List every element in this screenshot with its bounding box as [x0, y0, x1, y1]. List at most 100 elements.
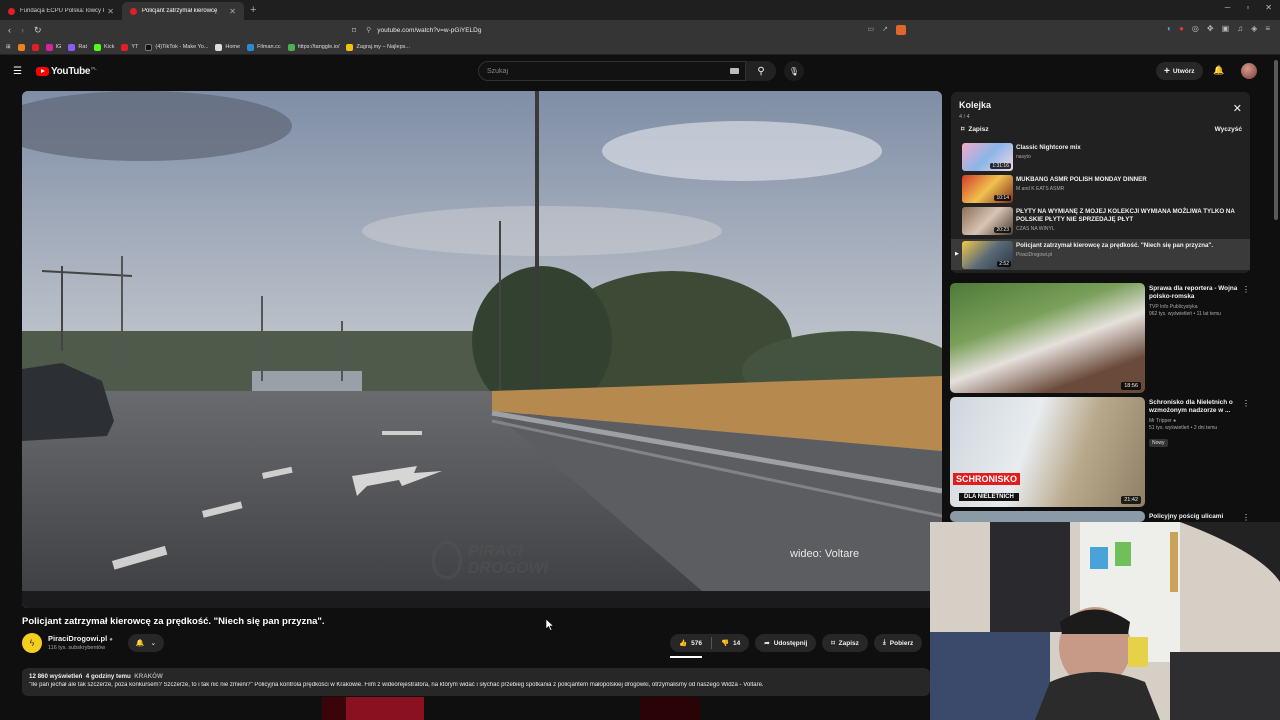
wallet-icon[interactable]: ◈	[1251, 24, 1257, 33]
description-box[interactable]: 12 860 wyświetleń 4 godziny temu KRAKÓW …	[22, 668, 930, 696]
queue-item-title: Policjant zatrzymał kierowcę za prędkość…	[1016, 242, 1214, 249]
youtube-play-icon	[36, 67, 49, 76]
youtube-logo[interactable]: YouTube PL	[36, 66, 97, 77]
extension-icon[interactable]: ◖	[1166, 24, 1171, 33]
video-thumbnail[interactable]: 18:56	[950, 283, 1145, 393]
like-button[interactable]: 👍 576	[670, 634, 711, 652]
artifact	[640, 697, 700, 720]
channel-avatar[interactable]: ϟ	[22, 633, 42, 653]
bookmark-item[interactable]: Rat	[68, 43, 87, 51]
dislike-button[interactable]: 👎 14	[712, 634, 749, 652]
hashtag[interactable]: KRAKÓW	[134, 673, 163, 680]
verified-icon: ●	[109, 637, 113, 643]
queue-thumbnail: 1:31:16	[962, 143, 1013, 171]
queue-clear-button[interactable]: Wyczyść	[1215, 126, 1242, 133]
chevron-down-icon: ⌄	[150, 640, 157, 647]
close-window-icon[interactable]: ✕	[1265, 3, 1272, 12]
browser-tab[interactable]: Fundacja ECPU Polska: łowcy Pedofi ✕	[0, 2, 122, 20]
search-button[interactable]: ⚲	[746, 61, 776, 81]
browser-tab-bar: Fundacja ECPU Polska: łowcy Pedofi ✕ Pol…	[0, 0, 1280, 20]
bookmark-item[interactable]: IG	[45, 43, 61, 51]
brave-shield-icon[interactable]	[896, 25, 906, 35]
queue-thumbnail: 20:23	[962, 207, 1013, 235]
channel-name[interactable]: PiraciDrogowi.pl ●	[48, 634, 113, 643]
video-player[interactable]: PIRACI DROGOWI wideo: Voltare	[22, 91, 942, 608]
bookmark-item[interactable]: Zagraj.my – Najleps...	[346, 43, 410, 51]
queue-item-channel: M and K EATS ASMR	[1016, 186, 1065, 192]
sidebar-icon[interactable]: ▣	[1222, 24, 1230, 33]
close-tab-icon[interactable]: ✕	[107, 7, 114, 16]
video-title[interactable]: Sprawa dla reportera - Wojna polsko-roms…	[1149, 285, 1239, 301]
bookmark-item[interactable]: Filman.cc	[247, 43, 281, 51]
artifact	[346, 697, 424, 720]
notifications-bell-icon[interactable]: 🔔	[1213, 65, 1224, 76]
queue-item[interactable]: 1:31:16 Classic Nightcore mix nasyto	[951, 141, 1250, 172]
video-credit: wideo: Voltare	[790, 548, 860, 560]
bookmark-icon[interactable]: ⌑	[352, 26, 356, 35]
bookmarks-bar: ⊞ IG Rat Kick YT (4)TikTok - Make Yo... …	[0, 40, 1280, 55]
save-button[interactable]: ⌑ Zapisz	[822, 634, 868, 652]
video-title[interactable]: Policyjny pościg ulicami	[1149, 513, 1239, 521]
minimize-icon[interactable]: ─	[1225, 3, 1231, 12]
reload-icon[interactable]: ↻	[34, 25, 42, 36]
puzzle-icon[interactable]: ✥	[1207, 24, 1214, 33]
video-thumbnail[interactable]: SCHRONISKO DLA NIELETNICH 21:42	[950, 397, 1145, 507]
bookmark-item[interactable]: YT	[121, 43, 138, 51]
thumbnail-overlay-text: SCHRONISKO DLA NIELETNICH	[953, 473, 1021, 503]
queue-item[interactable]: 10:14 MUKBANG ASMR POLISH MONDAY DINNER …	[951, 173, 1250, 204]
queue-item-title: MUKBANG ASMR POLISH MONDAY DINNER	[1016, 176, 1147, 183]
bookmark-item[interactable]	[17, 43, 25, 51]
forward-icon[interactable]: ›	[21, 25, 24, 36]
more-options-icon[interactable]: ⋮	[1242, 285, 1250, 294]
record-icon[interactable]: ●	[1179, 24, 1184, 33]
account-avatar[interactable]	[1241, 63, 1257, 79]
voice-search-button[interactable]: 🎙	[784, 61, 804, 81]
download-button[interactable]: ⤓ Pobierz	[873, 634, 923, 652]
bookmark-item[interactable]: https://tanggle.io/	[287, 43, 339, 51]
url-text[interactable]: youtube.com/watch?v=w-pGiYELDg	[377, 27, 481, 34]
search-box[interactable]	[478, 61, 746, 81]
browser-tab-active[interactable]: Policjant zatrzymał kierowcę ✕	[122, 2, 244, 20]
extension-icon[interactable]: ◎	[1192, 24, 1199, 33]
hamburger-menu-icon[interactable]: ☰	[13, 66, 22, 77]
back-icon[interactable]: ‹	[8, 25, 11, 36]
video-title[interactable]: Schronisko dla Nieletnich o wzmożonym na…	[1149, 399, 1239, 415]
upload-age: 4 godziny temu	[85, 673, 131, 680]
music-icon[interactable]: ♫	[1237, 24, 1243, 33]
cast-icon[interactable]: ▭	[868, 25, 875, 35]
close-tab-icon[interactable]: ✕	[229, 7, 236, 16]
new-tab-icon[interactable]: +	[250, 4, 256, 16]
thumbs-down-icon: 👎	[720, 640, 730, 647]
subscription-notifications-button[interactable]: 🔔 ⌄	[128, 634, 164, 652]
thumbs-up-icon: 👍	[679, 640, 688, 647]
share-arrow-icon: ➦	[764, 640, 770, 647]
queue-item-channel: CZAS NA WINYL	[1016, 226, 1055, 232]
description-text: "Ile pan jechał ale tak szczerze, poza k…	[29, 682, 764, 688]
share-icon[interactable]: ↗	[882, 25, 888, 35]
maximize-icon[interactable]: ▫	[1246, 3, 1249, 12]
page-scrollbar[interactable]	[1274, 60, 1278, 220]
queue-save-button[interactable]: ⌑ Zapisz	[961, 125, 989, 134]
queue-item[interactable]: 20:23 PŁYTY NA WYMIANĘ Z MOJEJ KOLEKCJI …	[951, 205, 1250, 236]
bookmark-item[interactable]	[31, 43, 39, 51]
video-frame	[22, 91, 942, 608]
menu-icon[interactable]: ≡	[1265, 24, 1270, 33]
channel-name[interactable]: Mr Tripper ●	[1149, 418, 1239, 424]
keyboard-icon[interactable]	[730, 68, 739, 74]
create-button[interactable]: + Utwórz	[1156, 62, 1203, 80]
bookmark-item[interactable]: (4)TikTok - Make Yo...	[145, 43, 208, 51]
bookmark-item[interactable]: Kick	[93, 43, 114, 51]
url-bar[interactable]: ⌑ ⚲ youtube.com/watch?v=w-pGiYELDg ▭ ↗	[352, 22, 912, 38]
more-options-icon[interactable]: ⋮	[1242, 513, 1250, 522]
search-input[interactable]	[487, 67, 717, 75]
channel-name[interactable]: TVP Info Publicystyka	[1149, 304, 1239, 310]
more-options-icon[interactable]: ⋮	[1242, 399, 1250, 408]
queue-item-current[interactable]: ▶ 2:52 Policjant zatrzymał kierowcę za p…	[951, 239, 1250, 270]
share-button[interactable]: ➦ Udostępnij	[755, 634, 817, 652]
bookmark-item[interactable]: Home	[215, 43, 240, 51]
site-info-icon[interactable]: ⚲	[366, 26, 371, 34]
video-thumbnail[interactable]	[950, 511, 1145, 522]
close-icon[interactable]: ✕	[1233, 102, 1242, 115]
queue-item-channel: nasyto	[1016, 154, 1031, 160]
apps-icon[interactable]: ⊞	[6, 44, 11, 50]
